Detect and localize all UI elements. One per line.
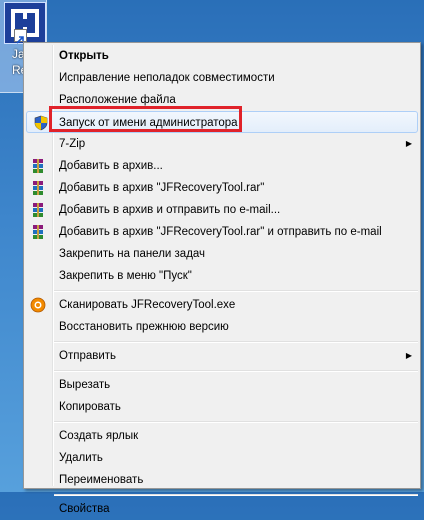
- submenu-arrow-icon: ▶: [405, 351, 412, 360]
- menu-item-label: Исправление неполадок совместимости: [59, 72, 275, 84]
- winrar-icon: [30, 180, 46, 196]
- menu-item-label: Создать ярлык: [59, 430, 139, 442]
- menu-item-add-and-email[interactable]: Добавить в архив и отправить по e-mail..…: [24, 199, 420, 221]
- menu-item-add-rar-and-email[interactable]: Добавить в архив "JFRecoveryTool.rar" и …: [24, 221, 420, 243]
- menu-item-label: Вырезать: [59, 379, 111, 391]
- menu-item-label: Копировать: [59, 401, 121, 413]
- shield-icon: [33, 115, 49, 131]
- menu-item-label: 7-Zip: [59, 138, 86, 150]
- menu-separator: [24, 418, 420, 425]
- menu-item-label: Сканировать JFRecoveryTool.exe: [59, 299, 236, 311]
- menu-item-restore-version[interactable]: Восстановить прежнюю версию: [24, 316, 420, 338]
- menu-item-label: Восстановить прежнюю версию: [59, 321, 229, 333]
- menu-item-delete[interactable]: Удалить: [24, 447, 420, 469]
- menu-item-label: Добавить в архив "JFRecoveryTool.rar" и …: [59, 226, 382, 238]
- menu-separator: [24, 491, 420, 498]
- menu-item-rename[interactable]: Переименовать: [24, 469, 420, 491]
- menu-item-troubleshoot-compat[interactable]: Исправление неполадок совместимости: [24, 67, 420, 89]
- menu-item-label: Удалить: [59, 452, 103, 464]
- menu-item-label: Закрепить в меню "Пуск": [59, 270, 192, 282]
- menu-item-label: Отправить: [59, 350, 117, 362]
- menu-separator: [24, 367, 420, 374]
- shortcut-arrow-icon: [14, 29, 27, 44]
- menu-item-7zip[interactable]: 7-Zip ▶: [24, 133, 420, 155]
- menu-item-send-to[interactable]: Отправить ▶: [24, 345, 420, 367]
- menu-item-label: Расположение файла: [59, 94, 176, 106]
- menu-item-label: Добавить в архив "JFRecoveryTool.rar": [59, 182, 265, 194]
- submenu-arrow-icon: ▶: [405, 139, 412, 148]
- menu-item-label: Переименовать: [59, 474, 144, 486]
- annotation-highlight-box: [49, 106, 242, 132]
- antivirus-icon: [30, 297, 46, 313]
- menu-item-add-to-rar[interactable]: Добавить в архив "JFRecoveryTool.rar": [24, 177, 420, 199]
- menu-item-label: Свойства: [59, 503, 110, 515]
- menu-item-open[interactable]: Открыть: [24, 45, 420, 67]
- winrar-icon: [30, 224, 46, 240]
- menu-item-label: Добавить в архив...: [59, 160, 163, 172]
- menu-item-scan[interactable]: Сканировать JFRecoveryTool.exe: [24, 294, 420, 316]
- menu-item-label: Закрепить на панели задач: [59, 248, 206, 260]
- menu-item-add-to-archive[interactable]: Добавить в архив...: [24, 155, 420, 177]
- winrar-icon: [30, 158, 46, 174]
- menu-item-label: Открыть: [59, 50, 109, 62]
- menu-item-pin-taskbar[interactable]: Закрепить на панели задач: [24, 243, 420, 265]
- menu-item-pin-start[interactable]: Закрепить в меню "Пуск": [24, 265, 420, 287]
- menu-separator: [24, 338, 420, 345]
- menu-item-create-shortcut[interactable]: Создать ярлык: [24, 425, 420, 447]
- menu-item-cut[interactable]: Вырезать: [24, 374, 420, 396]
- menu-item-properties[interactable]: Свойства: [24, 498, 420, 520]
- menu-item-copy[interactable]: Копировать: [24, 396, 420, 418]
- menu-item-label: Добавить в архив и отправить по e-mail..…: [59, 204, 281, 216]
- menu-separator: [24, 287, 420, 294]
- winrar-icon: [30, 202, 46, 218]
